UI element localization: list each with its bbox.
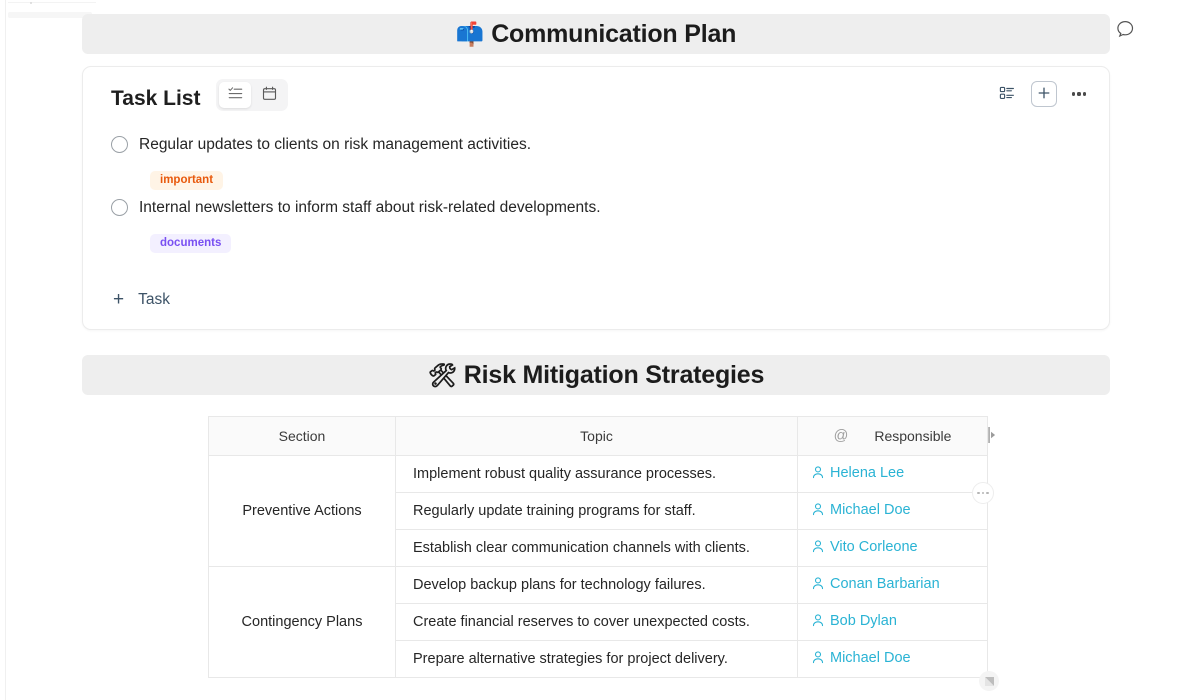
section-title-text: Communication Plan bbox=[491, 19, 737, 48]
window-chrome-dot bbox=[30, 2, 32, 4]
row-more-icon[interactable] bbox=[972, 482, 994, 504]
cell-responsible[interactable]: Conan Barbarian bbox=[797, 566, 988, 604]
task-tag-row: documents bbox=[83, 228, 1109, 259]
cell-section[interactable]: Preventive Actions bbox=[208, 455, 396, 567]
view-toggle-calendar[interactable] bbox=[253, 82, 285, 108]
task-checkbox[interactable] bbox=[111, 199, 128, 216]
cell-topic[interactable]: Regularly update training programs for s… bbox=[395, 492, 798, 530]
assignee-chip[interactable]: Conan Barbarian bbox=[812, 576, 940, 592]
cell-topic[interactable]: Implement robust quality assurance proce… bbox=[395, 455, 798, 493]
cell-responsible[interactable]: Vito Corleone bbox=[797, 529, 988, 567]
risk-mitigation-table: Section Topic @ Responsible Preventive A… bbox=[208, 416, 988, 678]
person-icon bbox=[812, 540, 824, 553]
column-header-section[interactable]: Section bbox=[208, 416, 396, 456]
cell-responsible[interactable]: Michael Doe bbox=[797, 640, 988, 678]
assignee-name: Michael Doe bbox=[830, 649, 911, 666]
table-header-row: Section Topic @ Responsible bbox=[208, 416, 988, 456]
cell-responsible[interactable]: Bob Dylan bbox=[797, 603, 988, 641]
assignee-chip[interactable]: Vito Corleone bbox=[812, 539, 918, 555]
plus-icon bbox=[1037, 86, 1051, 103]
risk-mitigation-table-wrapper: Section Topic @ Responsible Preventive A… bbox=[208, 416, 988, 678]
cell-section[interactable]: Contingency Plans bbox=[208, 566, 396, 678]
add-task-label: Task bbox=[138, 290, 170, 308]
task-checkbox[interactable] bbox=[111, 136, 128, 153]
task-list-card: Task List Regular updates to clients on … bbox=[82, 66, 1110, 330]
assignee-chip[interactable]: Michael Doe bbox=[812, 650, 911, 666]
assignee-chip[interactable]: Michael Doe bbox=[812, 502, 911, 518]
column-header-topic[interactable]: Topic bbox=[395, 416, 798, 456]
task-label: Internal newsletters to inform staff abo… bbox=[139, 199, 601, 216]
dot bbox=[986, 491, 989, 495]
calendar-icon bbox=[262, 86, 277, 104]
window-edge-line bbox=[5, 0, 6, 700]
cell-responsible[interactable]: Helena Lee bbox=[797, 455, 988, 493]
column-header-responsible[interactable]: @ Responsible bbox=[797, 416, 988, 456]
task-label: Regular updates to clients on risk manag… bbox=[139, 136, 532, 153]
cell-topic[interactable]: Establish clear communication channels w… bbox=[395, 529, 798, 567]
dot bbox=[981, 491, 985, 495]
page-root: 📫 Communication Plan Task List Regular u… bbox=[0, 0, 1200, 700]
task-tag-documents[interactable]: documents bbox=[150, 233, 232, 254]
list-view-icon bbox=[999, 85, 1015, 104]
person-icon bbox=[812, 577, 824, 590]
person-icon bbox=[812, 466, 824, 479]
person-icon bbox=[812, 614, 824, 627]
cell-topic[interactable]: Prepare alternative strategies for proje… bbox=[395, 640, 798, 678]
hammer-and-wrench-icon: 🛠 bbox=[427, 361, 457, 388]
window-chrome-line-top bbox=[8, 2, 96, 3]
checklist-icon bbox=[227, 86, 243, 104]
section-header-communication-plan: 📫 Communication Plan bbox=[82, 14, 1110, 54]
cell-responsible[interactable]: Michael Doe bbox=[797, 492, 988, 530]
comment-bubble-icon[interactable] bbox=[1114, 18, 1136, 40]
task-list-header: Task List bbox=[83, 67, 1109, 133]
column-header-responsible-label: Responsible bbox=[874, 428, 952, 444]
more-horizontal-icon bbox=[1083, 92, 1087, 96]
assignee-chip[interactable]: Bob Dylan bbox=[812, 613, 897, 629]
section-title-text: Risk Mitigation Strategies bbox=[463, 360, 765, 389]
more-horizontal-icon bbox=[1077, 92, 1081, 96]
mailbox-icon: 📫 bbox=[455, 20, 485, 47]
section-title-communication-plan: 📫 Communication Plan bbox=[456, 20, 737, 49]
assignee-name: Bob Dylan bbox=[830, 612, 897, 629]
person-icon bbox=[812, 503, 824, 516]
column-resize-handle-icon[interactable] bbox=[988, 423, 996, 447]
add-task-button[interactable] bbox=[1031, 81, 1057, 107]
table-row[interactable]: Preventive Actions Implement robust qual… bbox=[208, 455, 988, 567]
table-row[interactable]: Contingency Plans Develop backup plans f… bbox=[208, 566, 988, 678]
cell-topic[interactable]: Develop backup plans for technology fail… bbox=[395, 566, 798, 604]
assignee-name: Vito Corleone bbox=[830, 538, 918, 555]
task-item[interactable]: Internal newsletters to inform staff abo… bbox=[83, 196, 1109, 228]
task-tag-row: important bbox=[83, 165, 1109, 196]
dot bbox=[977, 491, 980, 495]
section-header-risk-mitigation: 🛠 Risk Mitigation Strategies bbox=[82, 355, 1110, 395]
assignee-chip[interactable]: Helena Lee bbox=[812, 465, 904, 481]
resize-corner-icon[interactable] bbox=[979, 671, 999, 691]
add-task-row[interactable]: + Task bbox=[111, 286, 172, 313]
assignee-name: Michael Doe bbox=[830, 501, 911, 518]
task-items: Regular updates to clients on risk manag… bbox=[83, 133, 1109, 259]
at-icon: @ bbox=[833, 428, 849, 444]
more-horizontal-icon bbox=[1071, 92, 1075, 96]
task-list-title: Task List bbox=[111, 87, 201, 110]
section-title-risk-mitigation: 🛠 Risk Mitigation Strategies bbox=[427, 360, 765, 390]
assignee-name: Conan Barbarian bbox=[830, 575, 940, 592]
task-item[interactable]: Regular updates to clients on risk manag… bbox=[83, 133, 1109, 165]
plus-icon: + bbox=[113, 289, 125, 310]
view-toggle-checklist[interactable] bbox=[219, 82, 251, 108]
view-toggle-group bbox=[216, 79, 288, 111]
list-view-button[interactable] bbox=[993, 81, 1021, 107]
window-chrome-line-second bbox=[8, 12, 92, 18]
person-icon bbox=[812, 651, 824, 664]
task-tag-important[interactable]: important bbox=[150, 170, 224, 191]
more-options-button[interactable] bbox=[1067, 83, 1091, 105]
cell-topic[interactable]: Create financial reserves to cover unexp… bbox=[395, 603, 798, 641]
task-list-actions bbox=[993, 81, 1091, 107]
assignee-name: Helena Lee bbox=[830, 464, 905, 481]
